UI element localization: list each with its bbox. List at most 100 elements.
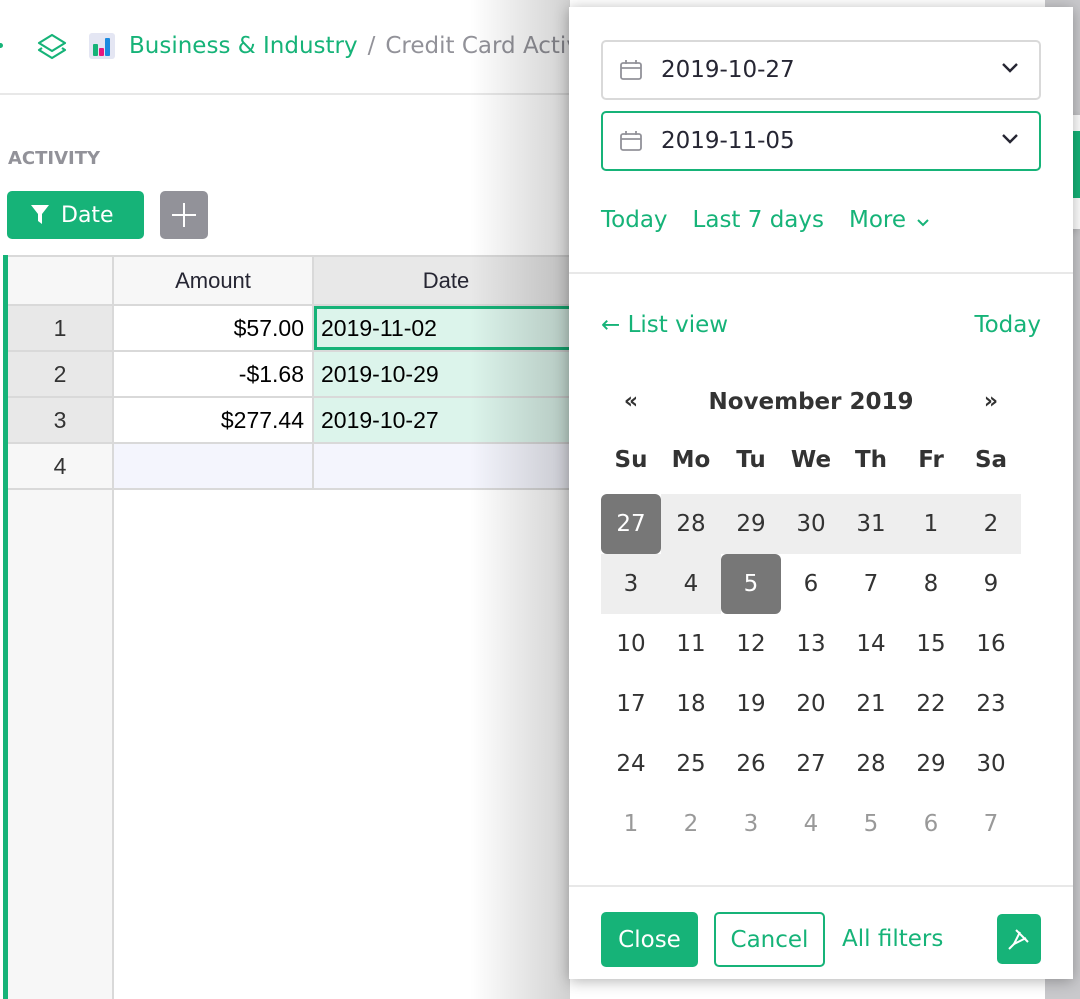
calendar-day[interactable]: 30: [781, 494, 841, 554]
date-filter-popup: 2019-10-27 2019-11-05 Today Last 7 days …: [569, 7, 1073, 979]
calendar-day[interactable]: 11: [661, 614, 721, 674]
weekday-label: Fr: [918, 447, 944, 473]
calendar-today-link[interactable]: Today: [974, 312, 1041, 338]
calendar-day[interactable]: 7: [841, 554, 901, 614]
calendar-day[interactable]: 3: [601, 554, 661, 614]
calendar-day[interactable]: 18: [661, 674, 721, 734]
row-number[interactable]: 2: [8, 352, 114, 396]
data-grid: Amount Date 1 $57.00 2019-11-02 2 -$1.68…: [8, 255, 578, 999]
column-header-amount[interactable]: Amount: [114, 255, 314, 306]
amount-cell[interactable]: $57.00: [114, 306, 314, 350]
end-date-value: 2019-11-05: [661, 128, 795, 154]
divider: [569, 885, 1073, 887]
pin-icon: [1008, 929, 1029, 950]
calendar-day[interactable]: 12: [721, 614, 781, 674]
section-title: ACTIVITY: [8, 148, 101, 169]
next-month-button[interactable]: »: [961, 389, 1021, 414]
calendar-day[interactable]: 6: [901, 794, 961, 854]
calendar-day[interactable]: 13: [781, 614, 841, 674]
calendar-day[interactable]: 26: [721, 734, 781, 794]
calendar-day[interactable]: 3: [721, 794, 781, 854]
weekday-label: Th: [854, 447, 888, 473]
pin-filter-button[interactable]: [997, 914, 1041, 964]
column-header-date[interactable]: Date: [314, 255, 578, 306]
calendar-day[interactable]: 31: [841, 494, 901, 554]
amount-cell[interactable]: [114, 444, 314, 488]
calendar-day[interactable]: 7: [961, 794, 1021, 854]
start-date-input[interactable]: 2019-10-27: [601, 40, 1041, 100]
calendar-day[interactable]: 29: [901, 734, 961, 794]
calendar-day[interactable]: 16: [961, 614, 1021, 674]
calendar-day[interactable]: 6: [781, 554, 841, 614]
all-filters-link[interactable]: All filters: [842, 926, 943, 952]
date-cell[interactable]: 2019-10-29: [314, 352, 578, 396]
calendar-day[interactable]: 5: [841, 794, 901, 854]
calendar-day[interactable]: 28: [661, 494, 721, 554]
add-filter-button[interactable]: [160, 191, 208, 239]
breadcrumb-document-title[interactable]: Credit Card Activ: [385, 33, 580, 59]
calendar-day[interactable]: 24: [601, 734, 661, 794]
calendar-day[interactable]: 17: [601, 674, 661, 734]
calendar-day[interactable]: 4: [661, 554, 721, 614]
weekday-label: Mo: [671, 447, 711, 473]
row-number[interactable]: 3: [8, 398, 114, 442]
calendar-day[interactable]: 15: [901, 614, 961, 674]
calendar-day[interactable]: 9: [961, 554, 1021, 614]
calendar-day[interactable]: 21: [841, 674, 901, 734]
quick-range-links: Today Last 7 days More: [601, 207, 930, 233]
calendar-day[interactable]: 5: [721, 554, 781, 614]
calendar-day[interactable]: 29: [721, 494, 781, 554]
calendar-day[interactable]: 25: [661, 734, 721, 794]
layers-icon[interactable]: [36, 32, 68, 62]
calendar-day[interactable]: 10: [601, 614, 661, 674]
calendar-day[interactable]: 23: [961, 674, 1021, 734]
chevron-down-icon: [917, 219, 929, 227]
close-button[interactable]: Close: [601, 912, 698, 967]
weekday-header: Su Mo Tu We Th Fr Sa: [601, 447, 1021, 473]
breadcrumb-workspace-link[interactable]: Business & Industry: [129, 33, 358, 59]
date-cell[interactable]: 2019-11-02: [314, 306, 578, 350]
start-date-value: 2019-10-27: [661, 57, 795, 83]
document-chart-icon: [89, 33, 115, 59]
end-date-input[interactable]: 2019-11-05: [601, 111, 1041, 171]
cancel-button[interactable]: Cancel: [714, 912, 825, 967]
calendar-day[interactable]: 28: [841, 734, 901, 794]
date-filter-button[interactable]: Date: [7, 191, 144, 239]
list-view-link[interactable]: ← List view: [601, 312, 728, 338]
calendar-day[interactable]: 2: [961, 494, 1021, 554]
calendar-day[interactable]: 14: [841, 614, 901, 674]
breadcrumb-separator: /: [367, 33, 376, 59]
more-label: More: [848, 207, 907, 233]
grid-corner[interactable]: [8, 255, 114, 306]
calendar-day[interactable]: 22: [901, 674, 961, 734]
calendar-day[interactable]: 30: [961, 734, 1021, 794]
calendar-day[interactable]: 27: [601, 494, 661, 554]
calendar-day[interactable]: 8: [901, 554, 961, 614]
chevron-down-icon[interactable]: [1001, 62, 1019, 74]
table-row: 1 $57.00 2019-11-02: [8, 306, 578, 352]
amount-cell[interactable]: -$1.68: [114, 352, 314, 396]
previous-month-button[interactable]: «: [601, 389, 661, 414]
chevron-down-icon[interactable]: [1001, 133, 1019, 145]
amount-cell[interactable]: $277.44: [114, 398, 314, 442]
calendar-day[interactable]: 4: [781, 794, 841, 854]
quick-link-more[interactable]: More: [849, 207, 930, 233]
date-cell[interactable]: [314, 444, 578, 488]
calendar-day[interactable]: 1: [901, 494, 961, 554]
quick-link-today[interactable]: Today: [601, 207, 668, 233]
calendar-day[interactable]: 19: [721, 674, 781, 734]
weekday-label: We: [790, 447, 832, 473]
calendar-days-grid: 27 28 29 30 31 1 2 3 4 5 6 7 8 9 10 11 12 13 14 15 16 17 18 19 2…: [601, 494, 1021, 854]
calendar-day[interactable]: 2: [661, 794, 721, 854]
row-number[interactable]: 4: [8, 444, 114, 488]
filter-icon: [31, 205, 49, 224]
calendar-day[interactable]: 27: [781, 734, 841, 794]
calendar-day[interactable]: 20: [781, 674, 841, 734]
table-row: 2 -$1.68 2019-10-29: [8, 352, 578, 398]
row-number[interactable]: 1: [8, 306, 114, 350]
status-dot: [0, 43, 3, 48]
quick-link-last-7-days[interactable]: Last 7 days: [693, 207, 824, 233]
table-row: 3 $277.44 2019-10-27: [8, 398, 578, 444]
calendar-day[interactable]: 1: [601, 794, 661, 854]
date-cell[interactable]: 2019-10-27: [314, 398, 578, 442]
